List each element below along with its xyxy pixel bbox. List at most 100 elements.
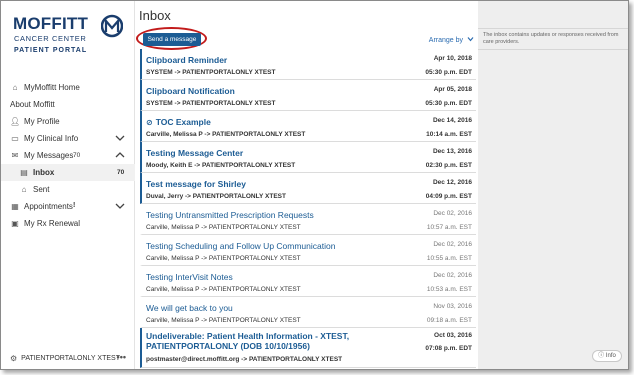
sidebar-item-sent[interactable]: ⌂ Sent <box>1 181 135 198</box>
message-row[interactable]: Clipboard Reminder SYSTEM -> PATIENTPORT… <box>140 49 476 80</box>
arrange-by-label: Arrange by <box>428 37 464 44</box>
sidebar-item-inbox[interactable]: ▤ Inbox 70 <box>1 164 135 181</box>
paperclip-icon: ⊘ <box>146 118 153 127</box>
inbox-icon: ▤ <box>20 168 28 177</box>
message-subject[interactable]: Clipboard Notification <box>146 86 235 96</box>
sidebar-item-label: About Moffitt <box>10 100 55 109</box>
message-subject[interactable]: Testing InterVisit Notes <box>146 272 233 282</box>
message-time: 07:08 p.m. EDT <box>425 345 472 352</box>
alert-badge: ! <box>73 202 76 209</box>
message-subject[interactable]: ⊘ TOC Example <box>146 117 211 127</box>
sidebar-item-label: MyMoffitt Home <box>24 83 80 92</box>
sidebar-item-label: My Clinical Info <box>24 134 79 143</box>
message-time: 05:30 p.m. EDT <box>425 69 472 76</box>
message-time: 10:57 a.m. EST <box>426 224 472 231</box>
more-icon[interactable]: ••• <box>117 352 126 362</box>
home-icon: ⌂ <box>12 83 18 92</box>
message-row[interactable]: Testing Message Center Moody, Keith E ->… <box>140 142 476 173</box>
sidebar-item-clinical-info[interactable]: ▭ My Clinical Info <box>1 130 135 147</box>
info-panel: The inbox contains updates or responses … <box>478 1 628 369</box>
message-sender: postmaster@direct.moffitt.org -> PATIENT… <box>146 356 343 363</box>
message-subject[interactable]: Testing Untransmitted Prescription Reque… <box>146 210 314 220</box>
rx-icon: ▣ <box>11 219 19 228</box>
message-sender: Carville, Melissa P -> PATIENTPORTALONLY… <box>146 131 306 138</box>
info-button[interactable]: ⓘ Info <box>592 350 622 362</box>
sidebar: MOFFITT CANCER CENTER PATIENT PORTAL ⌂ M… <box>1 1 135 369</box>
inbox-info-text: The inbox contains updates or responses … <box>478 28 628 50</box>
message-subject-text: TOC Example <box>155 117 211 127</box>
logo-subtitle: CANCER CENTER <box>14 34 87 43</box>
sidebar-item-home[interactable]: ⌂ MyMoffitt Home <box>1 79 135 96</box>
message-row[interactable]: ⊘ TOC Example Carville, Melissa P -> PATI… <box>140 111 476 142</box>
message-time: 04:09 p.m. EST <box>425 193 472 200</box>
calendar-icon: ▦ <box>11 202 19 211</box>
message-row[interactable]: Testing Scheduling and Follow Up Communi… <box>140 235 476 266</box>
moffitt-logo[interactable]: MOFFITT CANCER CENTER PATIENT PORTAL <box>13 14 123 58</box>
message-row[interactable]: Undeliverable: Patient Health Informatio… <box>140 328 476 368</box>
message-sender: SYSTEM -> PATIENTPORTALONLY XTEST <box>146 100 276 107</box>
account-menu[interactable]: ⚙︎ PATIENTPORTALONLY XTEST ••• <box>10 352 130 364</box>
message-subject[interactable]: Clipboard Reminder <box>146 55 227 65</box>
chevron-down-icon <box>467 37 474 42</box>
send-message-button[interactable]: Send a message <box>143 33 201 46</box>
sidebar-item-rx-renewal[interactable]: ▣ My Rx Renewal <box>1 215 135 232</box>
account-name: PATIENTPORTALONLY XTEST <box>21 354 120 362</box>
message-date: Dec 02, 2016 <box>433 210 472 217</box>
sent-icon: ⌂ <box>21 185 27 194</box>
message-sender: Carville, Melissa P -> PATIENTPORTALONLY… <box>146 224 301 231</box>
message-date: Dec 02, 2016 <box>433 241 472 248</box>
message-sender: Carville, Melissa P -> PATIENTPORTALONLY… <box>146 255 301 262</box>
sidebar-item-label: My Rx Renewal <box>24 219 81 228</box>
sidebar-nav: ⌂ MyMoffitt Home About Moffitt 👤︎ My Pro… <box>1 79 135 232</box>
app-window: MOFFITT CANCER CENTER PATIENT PORTAL ⌂ M… <box>0 0 629 370</box>
message-date: Oct 03, 2016 <box>434 332 472 339</box>
message-date: Dec 14, 2016 <box>432 117 472 124</box>
message-time: 10:55 a.m. EST <box>426 255 472 262</box>
messages-count-badge: 70 <box>73 152 81 159</box>
message-subject[interactable]: We will get back to you <box>146 303 233 313</box>
message-time: 10:14 a.m. EST <box>426 131 472 138</box>
user-icon: 👤︎ <box>10 117 21 126</box>
logo-portal-label: PATIENT PORTAL <box>14 47 88 54</box>
sidebar-item-messages[interactable]: ✉︎ My Messages 70 <box>1 147 135 164</box>
inbox-count-badge: 70 <box>117 169 125 176</box>
arrange-by-dropdown[interactable]: Arrange by <box>429 36 474 44</box>
message-time: 05:30 p.m. EDT <box>425 100 472 107</box>
chevron-up-icon[interactable] <box>115 151 125 159</box>
info-icon: ⓘ <box>598 353 605 359</box>
message-row[interactable]: Testing InterVisit Notes Carville, Melis… <box>140 266 476 297</box>
message-row[interactable]: Testing Untransmitted Prescription Reque… <box>140 204 476 235</box>
sidebar-item-label: Sent <box>33 185 50 194</box>
message-sender: SYSTEM -> PATIENTPORTALONLY XTEST <box>146 69 276 76</box>
message-row[interactable]: Test message for Shirley Duval, Jerry ->… <box>140 173 476 204</box>
sidebar-item-about[interactable]: About Moffitt <box>1 96 135 113</box>
chevron-down-icon[interactable] <box>115 134 125 142</box>
sidebar-item-label: Inbox <box>33 168 55 177</box>
sidebar-item-label: My Messages <box>24 151 74 160</box>
message-sender: Carville, Melissa P -> PATIENTPORTALONLY… <box>146 286 301 293</box>
message-date: Apr 05, 2018 <box>433 86 472 93</box>
message-date: Apr 10, 2018 <box>433 55 472 62</box>
message-subject[interactable]: Test message for Shirley <box>146 179 246 189</box>
message-time: 02:30 p.m. EST <box>425 162 472 169</box>
info-button-label: Info <box>605 353 616 359</box>
message-sender: Carville, Melissa P -> PATIENTPORTALONLY… <box>146 317 301 324</box>
message-row[interactable]: Clipboard Notification SYSTEM -> PATIENT… <box>140 80 476 111</box>
sidebar-item-appointments[interactable]: ▦ Appointments ! <box>1 198 135 215</box>
document-icon: ▭ <box>11 134 19 143</box>
message-date: Dec 02, 2016 <box>433 272 472 279</box>
sidebar-item-label: My Profile <box>24 117 60 126</box>
message-time: 10:53 a.m. EST <box>426 286 472 293</box>
sidebar-item-profile[interactable]: 👤︎ My Profile <box>1 113 135 130</box>
envelope-icon: ✉︎ <box>11 151 19 160</box>
message-sender: Moody, Keith E -> PATIENTPORTALONLY XTES… <box>146 162 296 169</box>
message-subject[interactable]: Testing Scheduling and Follow Up Communi… <box>146 241 335 251</box>
chevron-down-icon[interactable] <box>115 202 125 210</box>
message-subject[interactable]: Undeliverable: Patient Health Informatio… <box>146 331 356 351</box>
message-time: 09:18 a.m. EST <box>426 317 472 324</box>
message-date: Dec 13, 2016 <box>432 148 472 155</box>
message-subject[interactable]: Testing Message Center <box>146 148 243 158</box>
settings-icon: ⚙︎ <box>10 353 18 363</box>
main-content: Inbox Send a message Arrange by Clipboar… <box>136 1 478 369</box>
message-row[interactable]: We will get back to you Carville, Meliss… <box>140 297 476 328</box>
